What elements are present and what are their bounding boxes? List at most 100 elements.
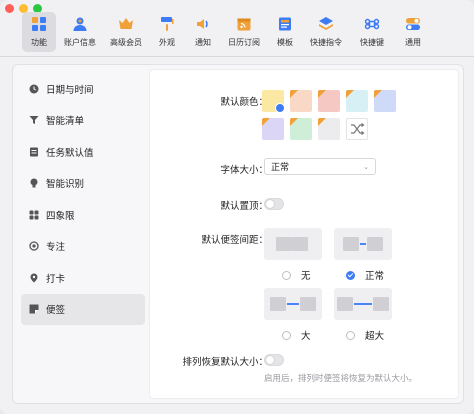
restore-size-label: 排列恢复默认大小： <box>182 357 268 368</box>
font-size-value: 正常 <box>271 163 290 173</box>
sticky-note-icon <box>29 304 39 314</box>
restore-size-hint: 启用后，排列时便签将恢复为默认大小。 <box>264 374 418 384</box>
font-size-label: 字体大小： <box>220 165 268 176</box>
default-pin-toggle[interactable] <box>264 198 284 210</box>
toolbar-divider <box>0 56 474 57</box>
spacing-option-none[interactable]: 无 <box>282 268 311 282</box>
tab-premium-label: 高级会员 <box>110 38 142 47</box>
color-swatch[interactable] <box>290 90 312 112</box>
list-icon <box>29 147 39 157</box>
tab-shortcuts-label: 快捷指令 <box>310 38 342 47</box>
radio-button[interactable] <box>282 270 291 280</box>
sidebar-item-date-time[interactable]: 日期与时间 <box>21 73 145 104</box>
premium-corner-icon <box>374 90 382 98</box>
tab-functions[interactable]: 功能 <box>22 12 56 52</box>
color-swatch[interactable] <box>262 118 284 140</box>
sidebar-item-label: 打卡 <box>46 273 66 285</box>
shuffle-icon <box>351 123 365 135</box>
quadrant-icon <box>29 210 39 220</box>
filter-icon <box>29 115 39 125</box>
sidebar-item-label: 日期与时间 <box>46 84 94 96</box>
user-icon <box>71 15 89 33</box>
tab-notifications-label: 通知 <box>195 38 211 47</box>
sticky-note-settings: 默认颜色： 字体大小： 正常 ⌄ 默认置顶： 默认便签间距： 无 正常 大 超大… <box>149 69 459 399</box>
tab-functions-label: 功能 <box>31 38 47 47</box>
premium-corner-icon <box>262 118 270 126</box>
radio-button[interactable] <box>346 270 355 280</box>
chevron-down-icon: ⌄ <box>363 163 369 171</box>
sidebar-item-focus[interactable]: 专注 <box>21 231 145 262</box>
premium-corner-icon <box>290 118 298 126</box>
settings-sidebar: 日期与时间 智能清单 任务默认值 智能识别 四象限 专注 打卡 便签 <box>21 73 145 325</box>
tab-shortcuts[interactable]: 快捷指令 <box>304 12 348 52</box>
tab-general[interactable]: 通用 <box>396 12 430 52</box>
random-color-swatch[interactable] <box>346 118 368 140</box>
radio-button[interactable] <box>346 330 355 340</box>
bulb-icon <box>29 178 39 188</box>
tab-calendar-feed[interactable]: 日历订阅 <box>222 12 266 52</box>
color-swatch[interactable] <box>318 90 340 112</box>
spacing-option-large[interactable]: 大 <box>282 328 311 342</box>
sidebar-item-task-defaults[interactable]: 任务默认值 <box>21 136 145 167</box>
template-icon <box>276 15 294 33</box>
spacing-option-label: 超大 <box>365 331 385 342</box>
font-size-select[interactable]: 正常 ⌄ <box>264 158 376 175</box>
tab-appearance-label: 外观 <box>159 38 175 47</box>
command-icon <box>363 15 381 33</box>
focus-icon <box>29 241 39 251</box>
speaker-icon <box>194 15 212 33</box>
tab-account[interactable]: 账户信息 <box>58 12 102 52</box>
default-spacing-label: 默认便签间距： <box>201 235 268 246</box>
color-swatch[interactable] <box>318 118 340 140</box>
premium-corner-icon <box>318 118 326 126</box>
radio-button[interactable] <box>282 330 291 340</box>
spacing-option-extra-large[interactable]: 超大 <box>346 328 384 342</box>
clock-icon <box>29 84 39 94</box>
pin-icon <box>29 273 39 283</box>
color-swatch[interactable] <box>262 90 284 112</box>
premium-corner-icon <box>290 90 298 98</box>
sidebar-item-quadrants[interactable]: 四象限 <box>21 199 145 230</box>
tab-account-label: 账户信息 <box>64 38 96 47</box>
color-swatch[interactable] <box>346 90 368 112</box>
spacing-preview-normal[interactable] <box>334 228 392 260</box>
spacing-preview-extra-large[interactable] <box>334 288 392 320</box>
spacing-option-normal[interactable]: 正常 <box>346 268 384 282</box>
sidebar-item-label: 智能识别 <box>46 179 85 190</box>
sidebar-item-label: 四象限 <box>46 210 75 222</box>
selected-check-icon <box>275 103 284 112</box>
spacing-option-label: 正常 <box>365 271 385 282</box>
tab-calendar-feed-label: 日历订阅 <box>228 38 260 47</box>
default-pin-label: 默认置顶： <box>220 201 268 212</box>
preferences-toolbar: 功能 账户信息 高级会员 外观 通知 日历订阅 模板 快捷指令 快捷键 通用 <box>22 12 432 52</box>
layers-icon <box>317 15 335 33</box>
tab-templates[interactable]: 模板 <box>268 12 302 52</box>
tab-notifications[interactable]: 通知 <box>186 12 220 52</box>
spacing-option-label: 大 <box>301 331 311 342</box>
close-window-button[interactable] <box>5 4 14 13</box>
color-swatch[interactable] <box>290 118 312 140</box>
sidebar-item-label: 任务默认值 <box>46 147 94 159</box>
spacing-preview-large[interactable] <box>264 288 322 320</box>
premium-corner-icon <box>346 90 354 98</box>
sidebar-item-smart-list[interactable]: 智能清单 <box>21 105 145 136</box>
tab-appearance[interactable]: 外观 <box>150 12 184 52</box>
sidebar-item-label: 便签 <box>46 305 66 316</box>
settings-window: 功能 账户信息 高级会员 外观 通知 日历订阅 模板 快捷指令 快捷键 通用 日… <box>0 0 474 414</box>
sidebar-item-sticky-notes[interactable]: 便签 <box>21 293 145 325</box>
settings-panel: 日期与时间 智能清单 任务默认值 智能识别 四象限 专注 打卡 便签 默认颜色：… <box>12 64 464 404</box>
crown-icon <box>117 15 135 33</box>
sidebar-item-checkin[interactable]: 打卡 <box>21 262 145 293</box>
tab-premium[interactable]: 高级会员 <box>104 12 148 52</box>
premium-corner-icon <box>318 90 326 98</box>
restore-size-toggle[interactable] <box>264 354 284 366</box>
default-color-label: 默认颜色： <box>220 97 268 108</box>
tab-templates-label: 模板 <box>277 38 293 47</box>
color-swatch[interactable] <box>374 90 396 112</box>
tab-hotkeys[interactable]: 快捷键 <box>350 12 394 52</box>
sidebar-item-label: 专注 <box>46 242 66 253</box>
spacing-preview-none[interactable] <box>264 228 322 260</box>
sidebar-item-smart-recognition[interactable]: 智能识别 <box>21 168 145 199</box>
spacing-option-label: 无 <box>301 271 311 282</box>
tab-hotkeys-label: 快捷键 <box>360 38 384 47</box>
